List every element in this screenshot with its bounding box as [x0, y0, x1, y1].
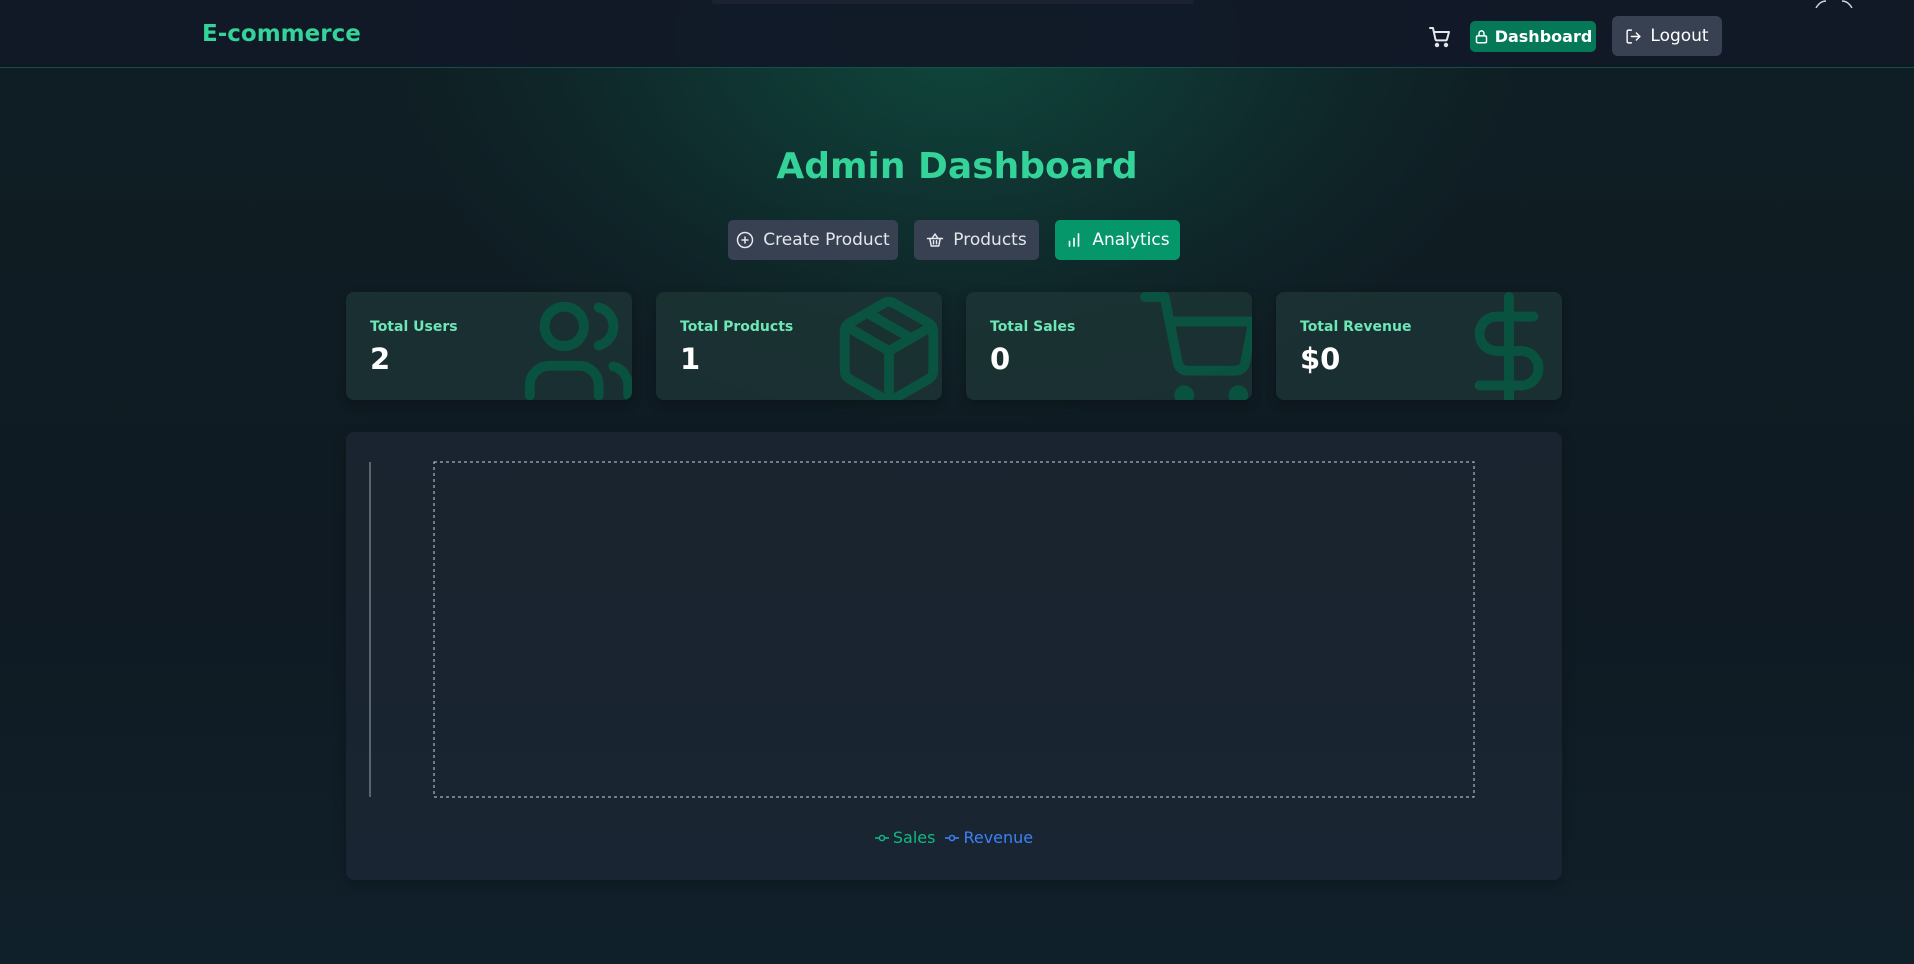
- page-title: Admin Dashboard: [776, 146, 1138, 187]
- logout-button[interactable]: Logout: [1612, 16, 1722, 56]
- legend-line-icon: [945, 834, 960, 841]
- cart-icon: [1429, 27, 1450, 48]
- dashboard-button[interactable]: Dashboard: [1470, 21, 1596, 52]
- package-icon: [839, 296, 939, 400]
- tab-analytics[interactable]: Analytics: [1055, 220, 1180, 260]
- stat-card-products: Total Products 1: [656, 292, 942, 400]
- corner-decoration-icon: [1815, 0, 1853, 8]
- stat-label: Total Products: [680, 319, 794, 335]
- stat-value: 0: [990, 342, 1011, 376]
- legend-item-sales[interactable]: Sales: [874, 828, 936, 847]
- tab-analytics-label: Analytics: [1092, 230, 1170, 250]
- stat-label: Total Users: [370, 319, 458, 335]
- stat-value: 2: [370, 342, 391, 376]
- stat-card-sales: Total Sales 0: [966, 292, 1252, 400]
- navbar: E-commerce Dashboard Logout: [0, 0, 1914, 68]
- tab-products[interactable]: Products: [914, 220, 1039, 260]
- legend-label: Sales: [892, 828, 936, 847]
- basket-icon: [927, 233, 944, 247]
- tab-create-product[interactable]: Create Product: [728, 220, 898, 260]
- legend-item-revenue[interactable]: Revenue: [945, 828, 1033, 847]
- analytics-chart: Sales Revenue: [346, 432, 1562, 880]
- users-icon: [524, 301, 632, 400]
- dollar-icon: [1474, 292, 1544, 400]
- cart-button[interactable]: [1428, 25, 1452, 49]
- logout-button-label: Logout: [1650, 26, 1709, 46]
- lock-icon: [1475, 30, 1487, 44]
- cart-icon: [1140, 292, 1252, 400]
- stat-card-revenue: Total Revenue $0: [1276, 292, 1562, 400]
- logout-icon: [1626, 28, 1641, 44]
- stat-value: $0: [1300, 342, 1341, 376]
- chart-canvas: [369, 461, 1475, 798]
- chart-legend: Sales Revenue: [346, 828, 1562, 847]
- tab-products-label: Products: [953, 230, 1027, 250]
- stat-card-users: Total Users 2: [346, 292, 632, 400]
- stat-label: Total Sales: [990, 319, 1076, 335]
- stat-label: Total Revenue: [1300, 319, 1412, 335]
- legend-label: Revenue: [963, 828, 1034, 847]
- dashboard-button-label: Dashboard: [1494, 27, 1593, 46]
- tab-create-product-label: Create Product: [763, 230, 890, 250]
- page: E-commerce Dashboard Logout Admin Dashbo…: [0, 0, 1914, 964]
- stat-value: 1: [680, 342, 701, 376]
- brand-link[interactable]: E-commerce: [202, 21, 361, 47]
- bar-chart-icon: [1069, 233, 1080, 247]
- plus-circle-icon: [737, 231, 754, 249]
- legend-line-icon: [874, 834, 889, 841]
- chart-grid: [433, 461, 1475, 798]
